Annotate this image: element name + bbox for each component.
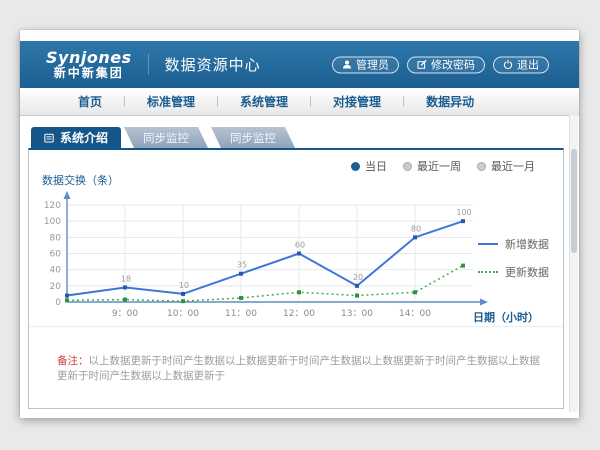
desktop-background: Synjones 新中新集团 数据资源中心 管理员 修改密码 退出: [0, 0, 600, 450]
y-axis-title: 数据交换（条）: [42, 172, 119, 188]
app-window: Synjones 新中新集团 数据资源中心 管理员 修改密码 退出: [20, 30, 579, 417]
content-area: 系统介绍 同步监控 同步监控 当日 最近一周: [20, 116, 579, 418]
svg-text:9：00: 9：00: [112, 309, 138, 319]
dotted-line-swatch: [478, 271, 498, 273]
tab-sync-monitor-1[interactable]: 同步监控: [124, 127, 208, 148]
nav-item-interface-mgmt[interactable]: 对接管理: [311, 93, 403, 110]
svg-text:20: 20: [50, 282, 62, 292]
footnote-text: 以上数据更新于时间产生数据以上数据更新于时间产生数据以上数据更新于时间产生数据以…: [57, 355, 540, 382]
power-icon: [503, 59, 513, 69]
svg-text:20: 20: [353, 273, 363, 282]
svg-text:80: 80: [50, 233, 62, 243]
svg-text:40: 40: [50, 266, 62, 276]
tab-label: 同步监控: [230, 130, 276, 146]
filter-last-week-label: 最近一周: [417, 158, 461, 174]
panel-divider: [29, 326, 563, 327]
svg-text:11：00: 11：00: [225, 309, 257, 319]
svg-text:12：00: 12：00: [283, 309, 315, 319]
radio-selected-icon: [351, 162, 360, 171]
window-top-strip: [20, 30, 579, 41]
nav-item-system-mgmt[interactable]: 系统管理: [218, 93, 310, 110]
logout-button[interactable]: 退出: [493, 56, 549, 73]
svg-text:100: 100: [44, 217, 61, 227]
filter-today[interactable]: 当日: [351, 158, 387, 174]
radio-unselected-icon: [477, 162, 486, 171]
chart-panel: 当日 最近一周 最近一月 数据交换（条） 0 20 40 60 80 100 120 9：00…: [28, 148, 564, 409]
time-range-filter: 当日 最近一周 最近一月: [351, 158, 535, 174]
app-title: 数据资源中心: [148, 54, 261, 75]
nav-item-standard-mgmt[interactable]: 标准管理: [125, 93, 217, 110]
user-button[interactable]: 管理员: [332, 56, 399, 73]
svg-text:35: 35: [237, 261, 247, 270]
svg-text:10：00: 10：00: [167, 309, 199, 319]
brand-logo: Synjones 新中新集团: [46, 49, 132, 80]
tab-label: 系统介绍: [60, 129, 108, 146]
scrollbar[interactable]: [569, 115, 578, 412]
svg-text:120: 120: [44, 201, 61, 211]
document-icon: [44, 133, 54, 143]
solid-line-swatch: [478, 243, 498, 245]
user-icon: [342, 59, 352, 69]
nav-item-data-change[interactable]: 数据异动: [404, 93, 496, 110]
svg-text:14：00: 14：00: [399, 309, 431, 319]
change-password-label: 修改密码: [431, 56, 475, 72]
main-nav: 首页 标准管理 系统管理 对接管理 数据异动: [20, 88, 579, 116]
filter-last-month-label: 最近一月: [491, 158, 535, 174]
svg-text:60: 60: [295, 241, 305, 250]
footnote: 备注：以上数据更新于时间产生数据以上数据更新于时间产生数据以上数据更新于时间产生…: [57, 354, 545, 384]
filter-last-week[interactable]: 最近一周: [403, 158, 461, 174]
tab-bar: 系统介绍 同步监控 同步监控: [31, 127, 295, 148]
radio-unselected-icon: [403, 162, 412, 171]
nav-item-home[interactable]: 首页: [56, 93, 124, 110]
svg-text:80: 80: [411, 224, 421, 233]
change-password-button[interactable]: 修改密码: [407, 56, 485, 73]
tab-system-intro[interactable]: 系统介绍: [31, 127, 121, 148]
legend-item-new-data: 新增数据: [478, 236, 549, 252]
brand-logo-text: Synjones: [46, 49, 132, 67]
filter-last-month[interactable]: 最近一月: [477, 158, 535, 174]
svg-text:10: 10: [179, 281, 189, 290]
legend-item-updated-data: 更新数据: [478, 264, 549, 280]
x-axis-title: 日期（小时）: [473, 309, 539, 325]
logout-button-label: 退出: [517, 56, 539, 72]
app-header: Synjones 新中新集团 数据资源中心 管理员 修改密码 退出: [20, 41, 579, 88]
filter-today-label: 当日: [365, 158, 387, 174]
svg-text:0: 0: [55, 298, 61, 308]
svg-text:100: 100: [456, 208, 471, 217]
chart-legend: 新增数据 更新数据: [478, 236, 549, 280]
svg-text:13：00: 13：00: [341, 309, 373, 319]
user-button-label: 管理员: [356, 56, 389, 72]
edit-icon: [417, 59, 427, 69]
header-actions: 管理员 修改密码 退出: [332, 56, 549, 73]
tab-sync-monitor-2[interactable]: 同步监控: [211, 127, 295, 148]
tab-label: 同步监控: [143, 130, 189, 146]
scrollbar-thumb[interactable]: [571, 149, 577, 253]
brand-logo-subtext: 新中新集团: [46, 67, 132, 80]
svg-text:18: 18: [121, 274, 131, 283]
svg-text:60: 60: [50, 250, 62, 260]
line-chart: 0 20 40 60 80 100 120 9：00 10：00 11：00 12：00 13：00 1…: [39, 188, 494, 322]
footnote-label: 备注：: [57, 355, 89, 367]
legend-label: 新增数据: [505, 236, 549, 252]
legend-label: 更新数据: [505, 264, 549, 280]
